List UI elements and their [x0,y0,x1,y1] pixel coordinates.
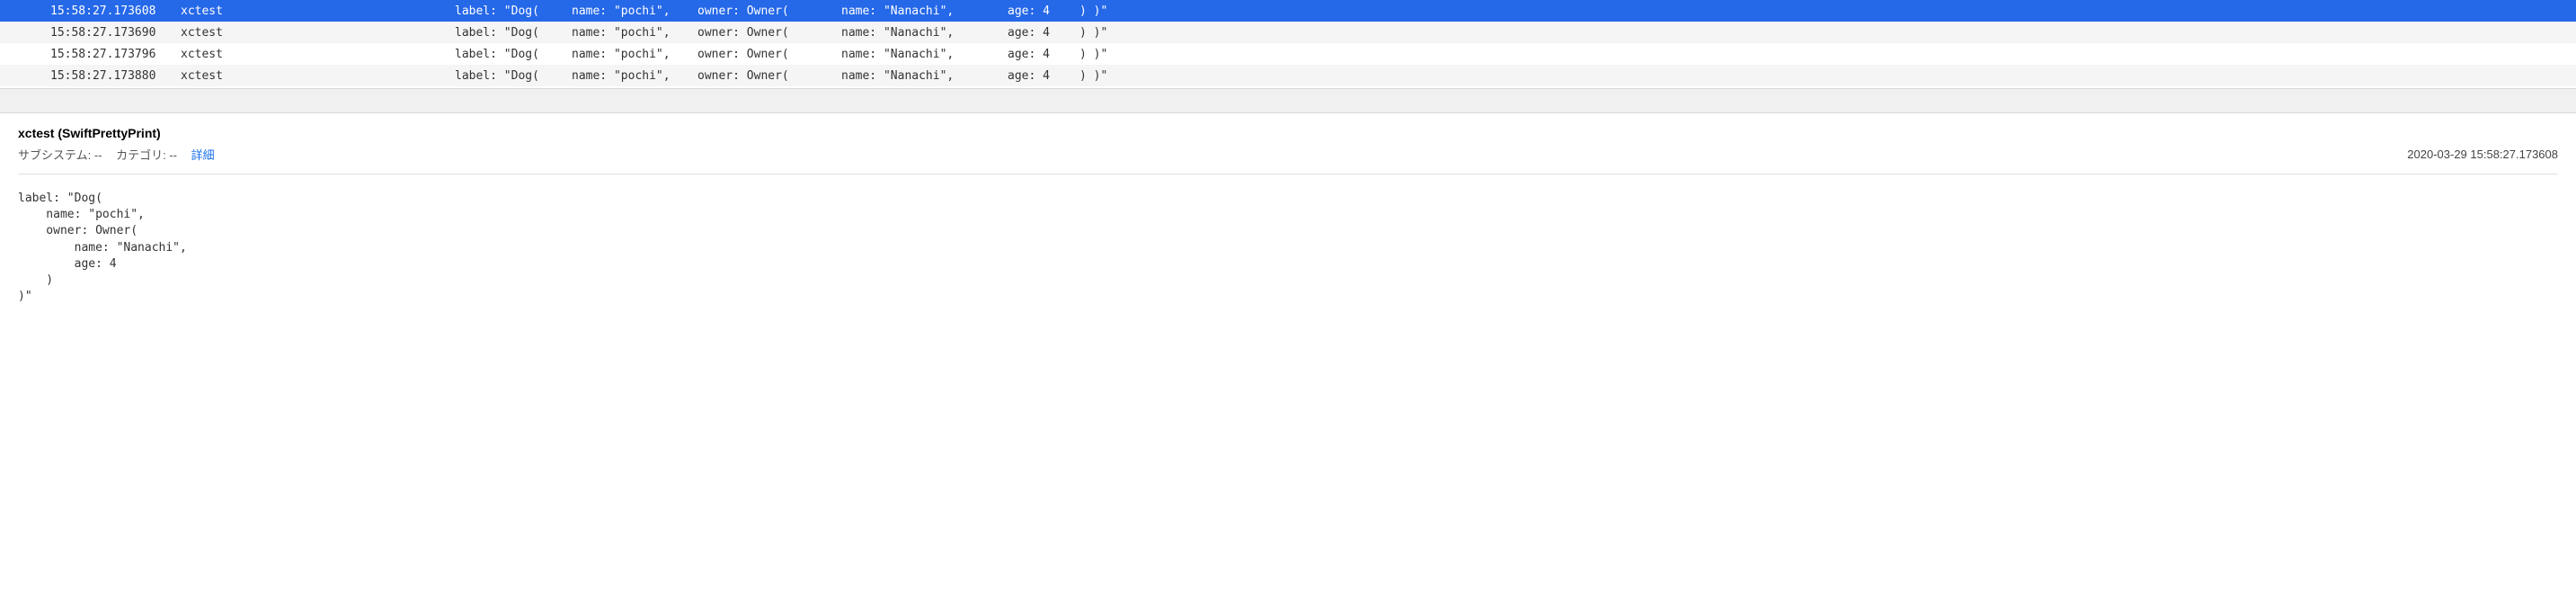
log-close: ) )" [1079,4,1107,18]
log-ownername: name: "Nanachi", [841,26,1008,40]
log-ownername: name: "Nanachi", [841,69,1008,83]
log-time: 15:58:27.173880 [50,69,181,83]
log-label: label: "Dog( [455,4,572,18]
log-age: age: 4 [1008,4,1079,18]
log-owner: owner: Owner( [697,4,841,18]
log-row[interactable]: 15:58:27.173608xctestlabel: "Dog(name: "… [0,0,2576,22]
log-process: xctest [181,69,455,83]
log-row[interactable]: 15:58:27.173796xctestlabel: "Dog(name: "… [0,43,2576,65]
log-row[interactable]: 15:58:27.173880xctestlabel: "Dog(name: "… [0,65,2576,86]
log-process: xctest [181,4,455,18]
log-name: name: "pochi", [572,4,697,18]
log-name: name: "pochi", [572,69,697,83]
log-ownername: name: "Nanachi", [841,48,1008,61]
log-owner: owner: Owner( [697,26,841,40]
detail-meta: サブシステム: -- カテゴリ: -- 詳細 2020-03-29 15:58:… [18,146,2558,174]
log-table: 15:58:27.173608xctestlabel: "Dog(name: "… [0,0,2576,86]
log-close: ) )" [1079,26,1107,40]
log-close: ) )" [1079,69,1107,83]
details-link[interactable]: 詳細 [191,148,215,162]
log-time: 15:58:27.173608 [50,4,181,18]
log-label: label: "Dog( [455,26,572,40]
log-age: age: 4 [1008,69,1079,83]
log-time: 15:58:27.173796 [50,48,181,61]
subsystem-label: サブシステム: -- [18,148,102,162]
category-label: カテゴリ: -- [116,148,177,162]
log-label: label: "Dog( [455,48,572,61]
log-name: name: "pochi", [572,26,697,40]
log-process: xctest [181,48,455,61]
detail-meta-left: サブシステム: -- カテゴリ: -- 詳細 [18,146,215,163]
detail-body: label: "Dog( name: "pochi", owner: Owner… [18,191,2558,305]
detail-panel: xctest (SwiftPrettyPrint) サブシステム: -- カテゴ… [0,113,2576,317]
log-name: name: "pochi", [572,48,697,61]
log-owner: owner: Owner( [697,48,841,61]
log-owner: owner: Owner( [697,69,841,83]
panel-separator [0,88,2576,113]
log-row[interactable]: 15:58:27.173690xctestlabel: "Dog(name: "… [0,22,2576,43]
log-time: 15:58:27.173690 [50,26,181,40]
log-age: age: 4 [1008,48,1079,61]
detail-title: xctest (SwiftPrettyPrint) [18,126,2558,140]
log-age: age: 4 [1008,26,1079,40]
log-ownername: name: "Nanachi", [841,4,1008,18]
log-label: label: "Dog( [455,69,572,83]
detail-timestamp: 2020-03-29 15:58:27.173608 [2407,148,2558,161]
log-close: ) )" [1079,48,1107,61]
log-process: xctest [181,26,455,40]
